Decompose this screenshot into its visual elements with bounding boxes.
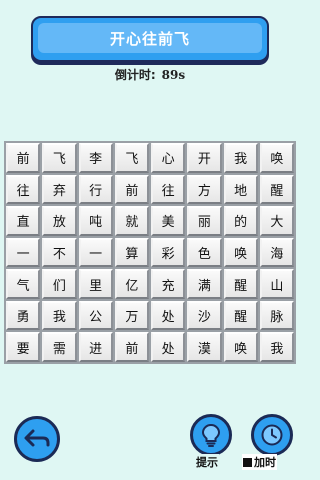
- grid-tile[interactable]: 处: [151, 300, 186, 331]
- grid-tile[interactable]: 不: [42, 237, 77, 268]
- grid-tile[interactable]: 的: [223, 206, 258, 236]
- add-time-label: 加时: [242, 454, 277, 470]
- grid-tile[interactable]: 色: [187, 237, 222, 268]
- grid-tile[interactable]: 沙: [187, 300, 222, 331]
- grid-tile[interactable]: 处: [151, 332, 186, 362]
- grid-tile[interactable]: 往: [151, 174, 186, 205]
- grid-tile[interactable]: 行: [78, 174, 113, 205]
- grid-tile[interactable]: 们: [42, 269, 77, 299]
- hint-label: 提示: [195, 454, 219, 470]
- grid-tile[interactable]: 就: [114, 206, 149, 236]
- grid-tile[interactable]: 充: [151, 269, 186, 299]
- countdown: 倒计时: 89s: [0, 66, 300, 82]
- grid-tile[interactable]: 一: [78, 237, 113, 268]
- grid-tile[interactable]: 里: [78, 269, 113, 299]
- grid-tile[interactable]: 放: [42, 206, 77, 236]
- grid-tile[interactable]: 直: [6, 206, 41, 236]
- grid-tile[interactable]: 唤: [223, 237, 258, 268]
- grid-tile[interactable]: 唤: [223, 332, 258, 362]
- lightbulb-icon: [201, 423, 221, 447]
- grid-tile[interactable]: 李: [78, 143, 113, 173]
- character-grid: 前飞李飞心开我唤往弃行前往方地醒直放吨就美丽的大一不一算彩色唤海气们里亿充满醒山…: [4, 141, 296, 364]
- hint-button[interactable]: [190, 414, 232, 456]
- grid-tile[interactable]: 我: [42, 300, 77, 331]
- countdown-value: 89s: [161, 68, 186, 82]
- grid-tile[interactable]: 大: [259, 206, 294, 236]
- grid-tile[interactable]: 开: [187, 143, 222, 173]
- label-mark: [243, 458, 252, 467]
- grid-tile[interactable]: 漠: [187, 332, 222, 362]
- grid-tile[interactable]: 彩: [151, 237, 186, 268]
- grid-tile[interactable]: 心: [151, 143, 186, 173]
- grid-tile[interactable]: 前: [6, 143, 41, 173]
- add-time-button[interactable]: [251, 414, 293, 456]
- grid-tile[interactable]: 万: [114, 300, 149, 331]
- grid-tile[interactable]: 吨: [78, 206, 113, 236]
- grid-tile[interactable]: 前: [114, 332, 149, 362]
- grid-tile[interactable]: 我: [259, 332, 294, 362]
- grid-tile[interactable]: 前: [114, 174, 149, 205]
- grid-tile[interactable]: 往: [6, 174, 41, 205]
- grid-tile[interactable]: 公: [78, 300, 113, 331]
- back-arrow-icon: [24, 429, 50, 447]
- title-banner: 开心往前飞: [31, 16, 269, 62]
- grid-tile[interactable]: 我: [223, 143, 258, 173]
- grid-tile[interactable]: 唤: [259, 143, 294, 173]
- grid-tile[interactable]: 飞: [114, 143, 149, 173]
- grid-tile[interactable]: 醒: [259, 174, 294, 205]
- grid-tile[interactable]: 脉: [259, 300, 294, 331]
- grid-tile[interactable]: 亿: [114, 269, 149, 299]
- grid-tile[interactable]: 一: [6, 237, 41, 268]
- grid-tile[interactable]: 山: [259, 269, 294, 299]
- grid-tile[interactable]: 满: [187, 269, 222, 299]
- page-title: 开心往前飞: [38, 23, 262, 53]
- grid-tile[interactable]: 需: [42, 332, 77, 362]
- grid-tile[interactable]: 弃: [42, 174, 77, 205]
- grid-tile[interactable]: 算: [114, 237, 149, 268]
- grid-tile[interactable]: 飞: [42, 143, 77, 173]
- grid-tile[interactable]: 勇: [6, 300, 41, 331]
- grid-tile[interactable]: 气: [6, 269, 41, 299]
- back-button[interactable]: [14, 416, 60, 462]
- grid-tile[interactable]: 醒: [223, 300, 258, 331]
- grid-tile[interactable]: 醒: [223, 269, 258, 299]
- clock-icon: [261, 424, 283, 446]
- grid-tile[interactable]: 丽: [187, 206, 222, 236]
- grid-tile[interactable]: 美: [151, 206, 186, 236]
- countdown-label: 倒计时:: [114, 68, 156, 82]
- grid-tile[interactable]: 要: [6, 332, 41, 362]
- grid-tile[interactable]: 海: [259, 237, 294, 268]
- grid-tile[interactable]: 进: [78, 332, 113, 362]
- grid-tile[interactable]: 地: [223, 174, 258, 205]
- grid-tile[interactable]: 方: [187, 174, 222, 205]
